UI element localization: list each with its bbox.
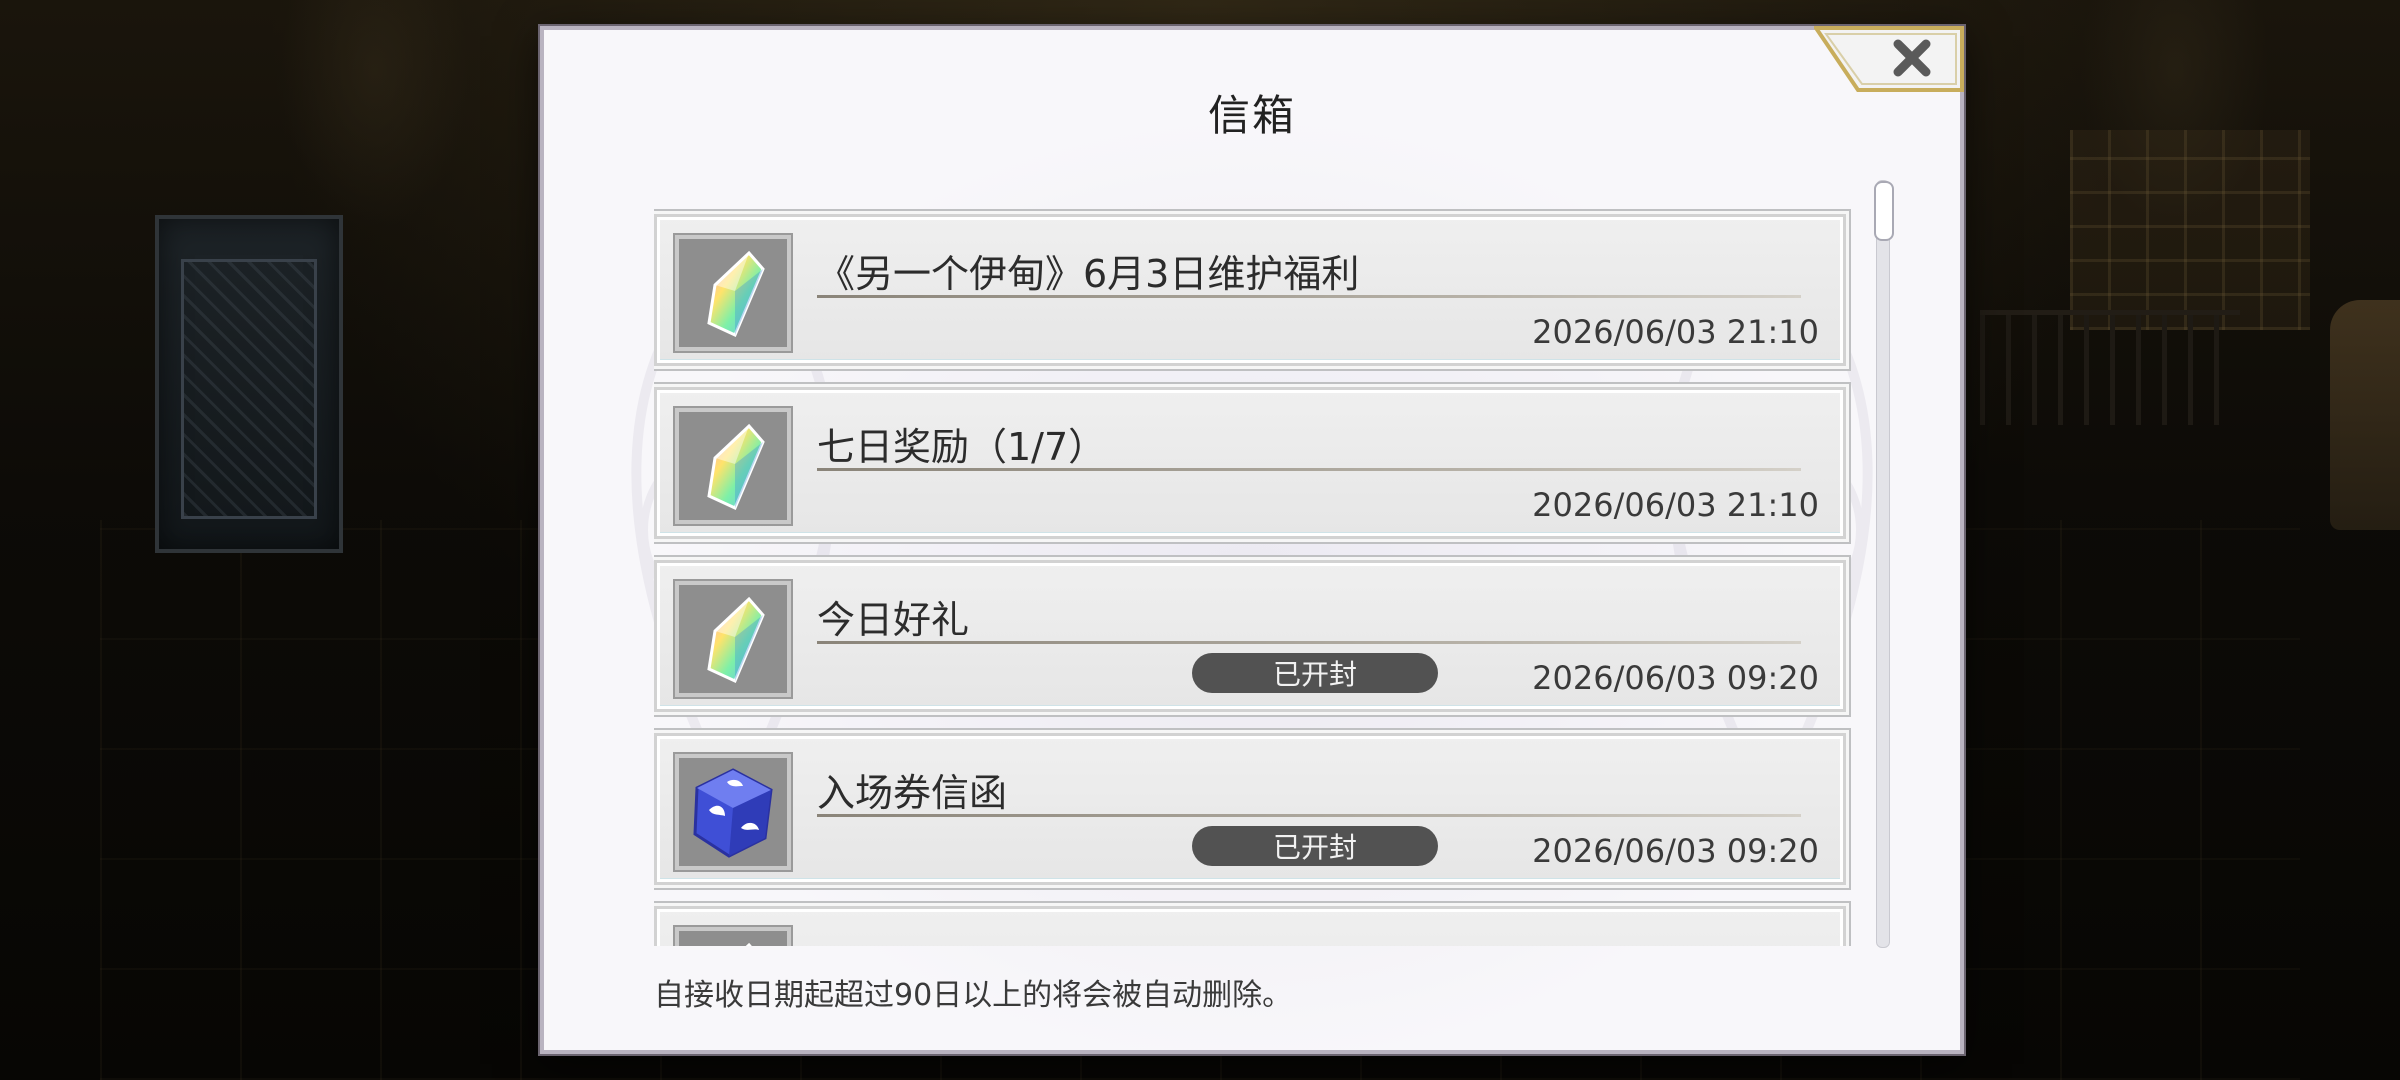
crystal-icon xyxy=(675,235,791,351)
mail-title: 冒险者特权卡每日专属福利 xyxy=(817,935,1273,946)
mail-title: 七日奖励（1/7） xyxy=(817,425,1107,469)
divider xyxy=(817,468,1801,471)
background-fence xyxy=(1980,310,2240,425)
mail-item[interactable]: 今日好礼 已开封 2026/06/03 09:20 xyxy=(654,557,1849,715)
mail-date: 2026/06/03 21:10 xyxy=(1532,313,1819,351)
scrollbar[interactable] xyxy=(1874,180,1894,948)
opened-status-badge: 已开封 xyxy=(1192,653,1438,693)
opened-status-badge: 已开封 xyxy=(1192,826,1438,866)
mail-date: 2026/06/03 21:10 xyxy=(1532,486,1819,524)
crystal-icon xyxy=(675,581,791,697)
mail-title: 《另一个伊甸》6月3日维护福利 xyxy=(817,252,1360,296)
mail-list[interactable]: 《另一个伊甸》6月3日维护福利 2026/06/03 21:10 七日奖励（1/… xyxy=(654,180,1858,946)
divider xyxy=(817,814,1801,817)
ticket-cube-icon xyxy=(675,754,791,870)
background-window xyxy=(2070,130,2310,330)
crystal-icon xyxy=(675,408,791,524)
divider xyxy=(817,641,1801,644)
scrollbar-thumb[interactable] xyxy=(1874,181,1894,241)
close-x-icon xyxy=(1814,26,1964,92)
mail-title: 入场券信函 xyxy=(817,771,1008,815)
background-cabinet xyxy=(155,215,343,553)
mail-title: 今日好礼 xyxy=(817,598,970,642)
close-button[interactable] xyxy=(1814,26,1964,92)
mail-date: 2026/06/03 09:20 xyxy=(1532,832,1819,870)
mailbox-dialog: 信箱 《另一个伊甸》6月3日维护福利 2026/06/03 21:10 七日奖励… xyxy=(540,26,1964,1054)
mail-item[interactable]: 冒险者特权卡每日专属福利 xyxy=(654,903,1849,946)
background-character xyxy=(2330,300,2400,530)
mail-date: 2026/06/03 09:20 xyxy=(1532,659,1819,697)
divider xyxy=(817,295,1801,298)
mail-item[interactable]: 入场券信函 已开封 2026/06/03 09:20 xyxy=(654,730,1849,888)
crystal-icon xyxy=(675,927,791,946)
dialog-title: 信箱 xyxy=(1207,91,1296,140)
background-arch xyxy=(280,0,470,230)
mail-item[interactable]: 《另一个伊甸》6月3日维护福利 2026/06/03 21:10 xyxy=(654,211,1849,369)
mail-item[interactable]: 七日奖励（1/7） 2026/06/03 21:10 xyxy=(654,384,1849,542)
auto-delete-notice: 自接收日期起超过90日以上的将会被自动删除。 xyxy=(654,978,1293,1013)
dialog-body: 信箱 《另一个伊甸》6月3日维护福利 2026/06/03 21:10 七日奖励… xyxy=(544,30,1960,1050)
